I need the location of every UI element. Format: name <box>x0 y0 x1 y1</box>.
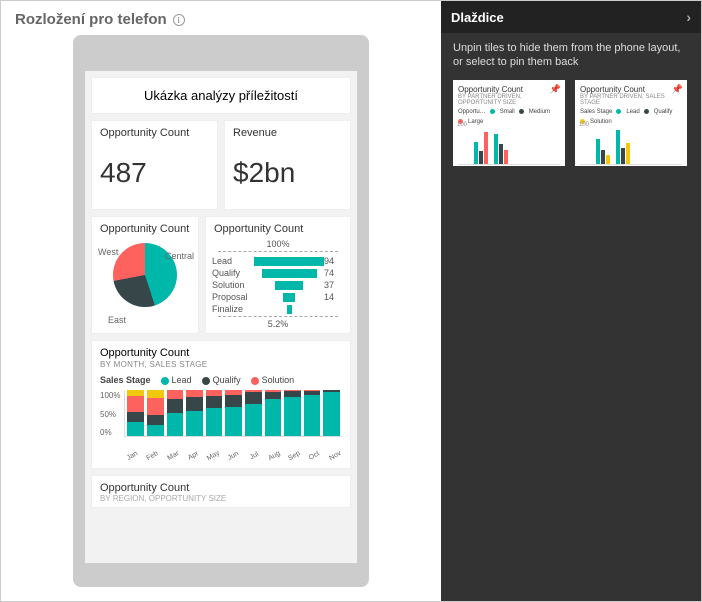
stacked-chart: 100% 50% 0% <box>100 391 342 447</box>
pin-icon[interactable]: 📌 <box>672 84 683 95</box>
dashboard-title: Ukázka analýzy příležitostí <box>91 77 351 114</box>
tile-label: Revenue <box>225 121 350 141</box>
funnel-bottom: 5.2% <box>218 316 338 329</box>
tile-revenue[interactable]: Revenue $2bn <box>224 120 351 210</box>
thumbnail-tile-b[interactable]: 📌 Opportunity Count BY PARTNER DRIVEN, S… <box>575 80 687 166</box>
left-header: Rozložení pro telefon i <box>1 1 441 28</box>
thumbnail-tile-a[interactable]: 📌 Opportunity Count BY PARTNER DRIVEN, O… <box>453 80 565 166</box>
app-root: Rozložení pro telefon i Ukázka analýzy p… <box>0 0 702 602</box>
tile-region[interactable]: Opportunity Count BY REGION, OPPORTUNITY… <box>91 475 351 508</box>
tile-label: Opportunity Count <box>100 482 342 494</box>
tile-stacked-bar[interactable]: Opportunity Count BY MONTH, SALES STAGE … <box>91 340 351 469</box>
tile-pie[interactable]: Opportunity Count West Central East <box>91 216 199 334</box>
kpi-row: Opportunity Count 487 Revenue $2bn <box>85 120 357 216</box>
phone-screen[interactable]: Ukázka analýzy příležitostí Opportunity … <box>85 71 357 563</box>
chart-row: Opportunity Count West Central East Oppo… <box>85 216 357 340</box>
tile-label: Opportunity Count <box>100 347 342 359</box>
tile-label: Opportunity Count <box>206 217 350 237</box>
tile-funnel[interactable]: Opportunity Count 100% Lead94 Qualify74 … <box>205 216 351 334</box>
phone-frame: Ukázka analýzy příležitostí Opportunity … <box>73 35 369 587</box>
chevron-right-icon[interactable]: › <box>686 9 691 25</box>
tiles-panel-subtitle: Unpin tiles to hide them from the phone … <box>441 33 701 80</box>
tile-label: Opportunity Count <box>92 121 217 141</box>
funnel-chart: 100% Lead94 Qualify74 Solution37 Proposa… <box>206 237 350 335</box>
legend: Sales Stage Lead Qualify Solution <box>100 375 342 385</box>
funnel-top: 100% <box>218 239 338 252</box>
tile-subtitle: BY REGION, OPPORTUNITY SIZE <box>100 494 342 503</box>
kpi-value: $2bn <box>225 141 350 209</box>
pie-label-central: Central <box>165 251 194 261</box>
left-header-title: Rozložení pro telefon <box>15 11 167 28</box>
thumbnail-row: 📌 Opportunity Count BY PARTNER DRIVEN, O… <box>441 80 701 166</box>
phone-layout-pane: Rozložení pro telefon i Ukázka analýzy p… <box>1 1 441 601</box>
tiles-panel-header[interactable]: Dlaždice › <box>441 1 701 33</box>
tile-label: Opportunity Count <box>92 217 198 237</box>
tile-subtitle: BY MONTH, SALES STAGE <box>100 360 342 369</box>
pie-chart: West Central East <box>92 243 198 329</box>
tile-opportunity-count[interactable]: Opportunity Count 487 <box>91 120 218 210</box>
pie-label-west: West <box>98 247 118 257</box>
tiles-panel-title: Dlaždice <box>451 10 504 25</box>
pin-icon[interactable]: 📌 <box>550 84 561 95</box>
pie-label-east: East <box>108 315 126 325</box>
tiles-panel: Dlaždice › Unpin tiles to hide them from… <box>441 1 701 601</box>
kpi-value: 487 <box>92 141 217 209</box>
info-icon[interactable]: i <box>173 14 185 26</box>
